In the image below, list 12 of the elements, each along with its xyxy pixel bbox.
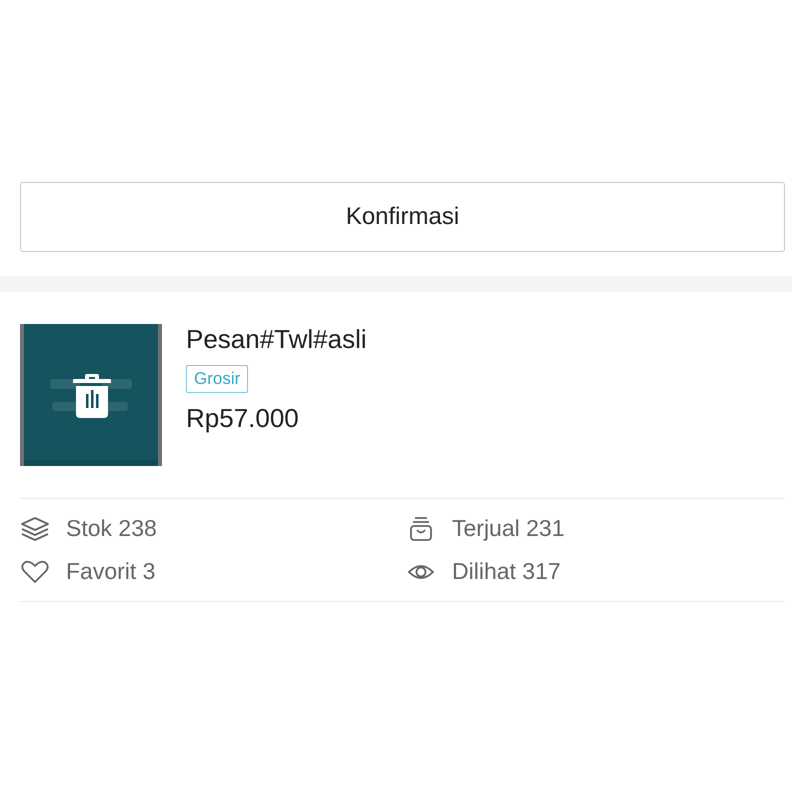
confirm-button[interactable]: Konfirmasi [20,182,785,252]
wholesale-tag: Grosir [186,365,248,393]
heart-icon [21,560,49,584]
stat-label: Favorit 3 [66,558,156,585]
trash-icon[interactable] [73,374,111,418]
stat-label: Dilihat 317 [452,558,561,585]
product-price: Rp57.000 [186,403,299,434]
stat-label: Stok 238 [66,515,157,542]
layers-icon [20,516,50,542]
stat-label: Terjual 231 [452,515,565,542]
shopping-bag-icon [409,516,433,542]
product-name: Pesan#Twl#asli [186,324,367,355]
